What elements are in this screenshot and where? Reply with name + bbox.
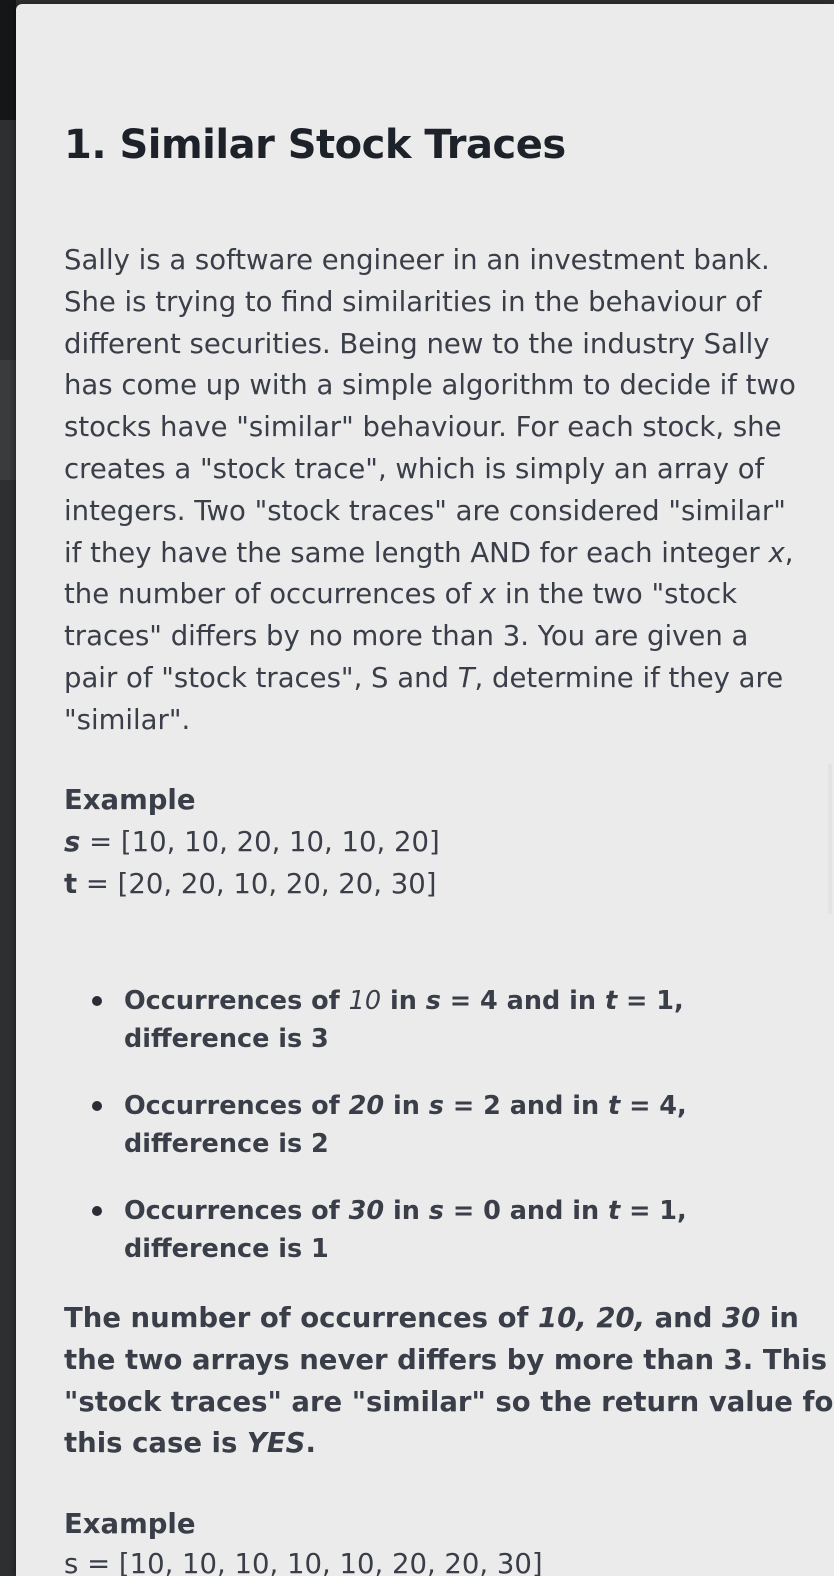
summary-text: and	[645, 1302, 723, 1334]
bullet-var-s: s	[425, 986, 441, 1016]
list-item: Occurrences of 10 in s = 4 and in t = 1,…	[64, 982, 786, 1058]
bullet-line: difference is 1	[124, 1234, 329, 1264]
bullet-text: Occurrences of	[124, 1196, 349, 1226]
bullet-var-t: t	[607, 1196, 621, 1226]
description-text: ,	[784, 536, 794, 569]
summary-line: The number of occurrences of 10, 20, and…	[64, 1298, 799, 1340]
summary-text: .	[305, 1427, 316, 1460]
description-line: has come up with a simple algorithm to d…	[64, 369, 796, 402]
bullet-text: Occurrences of	[124, 986, 349, 1016]
summary-line: the two arrays never differs by more tha…	[64, 1343, 827, 1376]
bullet-var-t: t	[604, 986, 618, 1016]
variable-x: x	[479, 578, 497, 611]
description-text: the number of occurrences of	[64, 578, 480, 611]
bullet-text: = 4,	[620, 1091, 687, 1121]
problem-title: 1. Similar Stock Traces	[64, 122, 566, 168]
example-t-array: t = [20, 20, 10, 20, 20, 30]	[64, 868, 437, 900]
bullet-number: 10	[348, 986, 382, 1016]
description-line: "similar".	[64, 703, 191, 736]
summary-text: this case is	[64, 1427, 247, 1460]
bullet-number: 20	[348, 1091, 385, 1121]
bullet-dot	[92, 1101, 102, 1111]
summary-result: YES	[246, 1427, 306, 1460]
bullet-var-t: t	[607, 1091, 621, 1121]
bullet-text: = 1,	[620, 1196, 687, 1226]
summary-text: in	[760, 1302, 799, 1334]
bullet-line: Occurrences of 30 in s = 0 and in t = 1,	[124, 1192, 786, 1230]
summary-number: 30	[722, 1302, 761, 1334]
description-text: in the two "stock	[496, 578, 738, 611]
bullet-text: = 0 and in	[443, 1196, 608, 1226]
t-value: = [20, 20, 10, 20, 20, 30]	[77, 868, 437, 900]
bullet-text: = 2 and in	[443, 1091, 608, 1121]
description-text: pair of "stock traces", S and	[64, 661, 458, 694]
example-heading-2: Example	[64, 1508, 196, 1540]
example-explanation-list: Occurrences of 10 in s = 4 and in t = 1,…	[64, 982, 786, 1297]
summary-text: The number of occurrences of	[64, 1302, 539, 1334]
problem-description: Sally is a software engineer in an inves…	[64, 240, 796, 742]
bullet-text: = 1,	[617, 986, 684, 1016]
t-label: t	[64, 868, 78, 900]
bullet-text: Occurrences of	[124, 1091, 349, 1121]
variable-T: T	[457, 661, 475, 694]
bullet-text: in	[384, 1196, 429, 1226]
list-item: Occurrences of 20 in s = 2 and in t = 4,…	[64, 1087, 786, 1163]
s-label: s	[64, 826, 81, 858]
description-line: the number of occurrences of x in the tw…	[64, 574, 786, 616]
bullet-var-s: s	[428, 1196, 444, 1226]
bullet-text: in	[384, 1091, 429, 1121]
problem-panel[interactable]: 1. Similar Stock Traces Sally is a softw…	[16, 4, 834, 1576]
description-text: , determine if they are	[474, 661, 784, 694]
example-s-array: s = [10, 10, 20, 10, 10, 20]	[64, 826, 440, 858]
description-line: Sally is a software engineer in an inves…	[64, 244, 770, 276]
description-line: traces" differs by no more than 3. You a…	[64, 620, 749, 653]
description-line: if they have the same length AND for eac…	[64, 533, 793, 575]
description-line: integers. Two "stock traces" are conside…	[64, 491, 786, 533]
scrollbar[interactable]	[828, 764, 832, 914]
description-line: different securities. Being new to the i…	[64, 327, 770, 360]
variable-x: x	[768, 536, 785, 569]
example-summary: The number of occurrences of 10, 20, and…	[64, 1298, 834, 1465]
description-line: stocks have "similar" behaviour. For eac…	[64, 411, 782, 444]
summary-line: this case is YES.	[64, 1423, 786, 1465]
bullet-line: difference is 3	[124, 1024, 329, 1054]
bullet-dot	[92, 1206, 102, 1216]
bullet-var-s: s	[428, 1091, 444, 1121]
bullet-dot	[92, 996, 102, 1006]
bullet-number: 30	[348, 1196, 385, 1226]
bullet-text: in	[381, 986, 426, 1016]
example-heading: Example	[64, 784, 196, 816]
bullet-text: = 4 and in	[440, 986, 605, 1016]
bullet-line: difference is 2	[124, 1129, 329, 1159]
list-item: Occurrences of 30 in s = 0 and in t = 1,…	[64, 1192, 786, 1268]
background-band	[0, 360, 16, 480]
s-value: = [10, 10, 20, 10, 10, 20]	[80, 826, 440, 858]
bullet-line: Occurrences of 20 in s = 2 and in t = 4,	[124, 1087, 786, 1125]
summary-numbers: 10, 20,	[538, 1302, 646, 1334]
bullet-line: Occurrences of 10 in s = 4 and in t = 1,	[124, 982, 786, 1020]
description-text: integers. Two "stock traces" are conside…	[64, 494, 786, 527]
description-line: creates a "stock trace", which is simply…	[64, 452, 765, 485]
background-sidebar-edge	[0, 0, 16, 120]
description-line: pair of "stock traces", S and T, determi…	[64, 658, 786, 700]
description-text: if they have the same length AND for eac…	[64, 536, 769, 569]
example-2-s-array: s = [10, 10, 10, 10, 10, 20, 20, 30]	[64, 1548, 543, 1576]
summary-line: "stock traces" are "similar" so the retu…	[64, 1385, 834, 1418]
description-line: She is trying to find similarities in th…	[64, 285, 762, 318]
